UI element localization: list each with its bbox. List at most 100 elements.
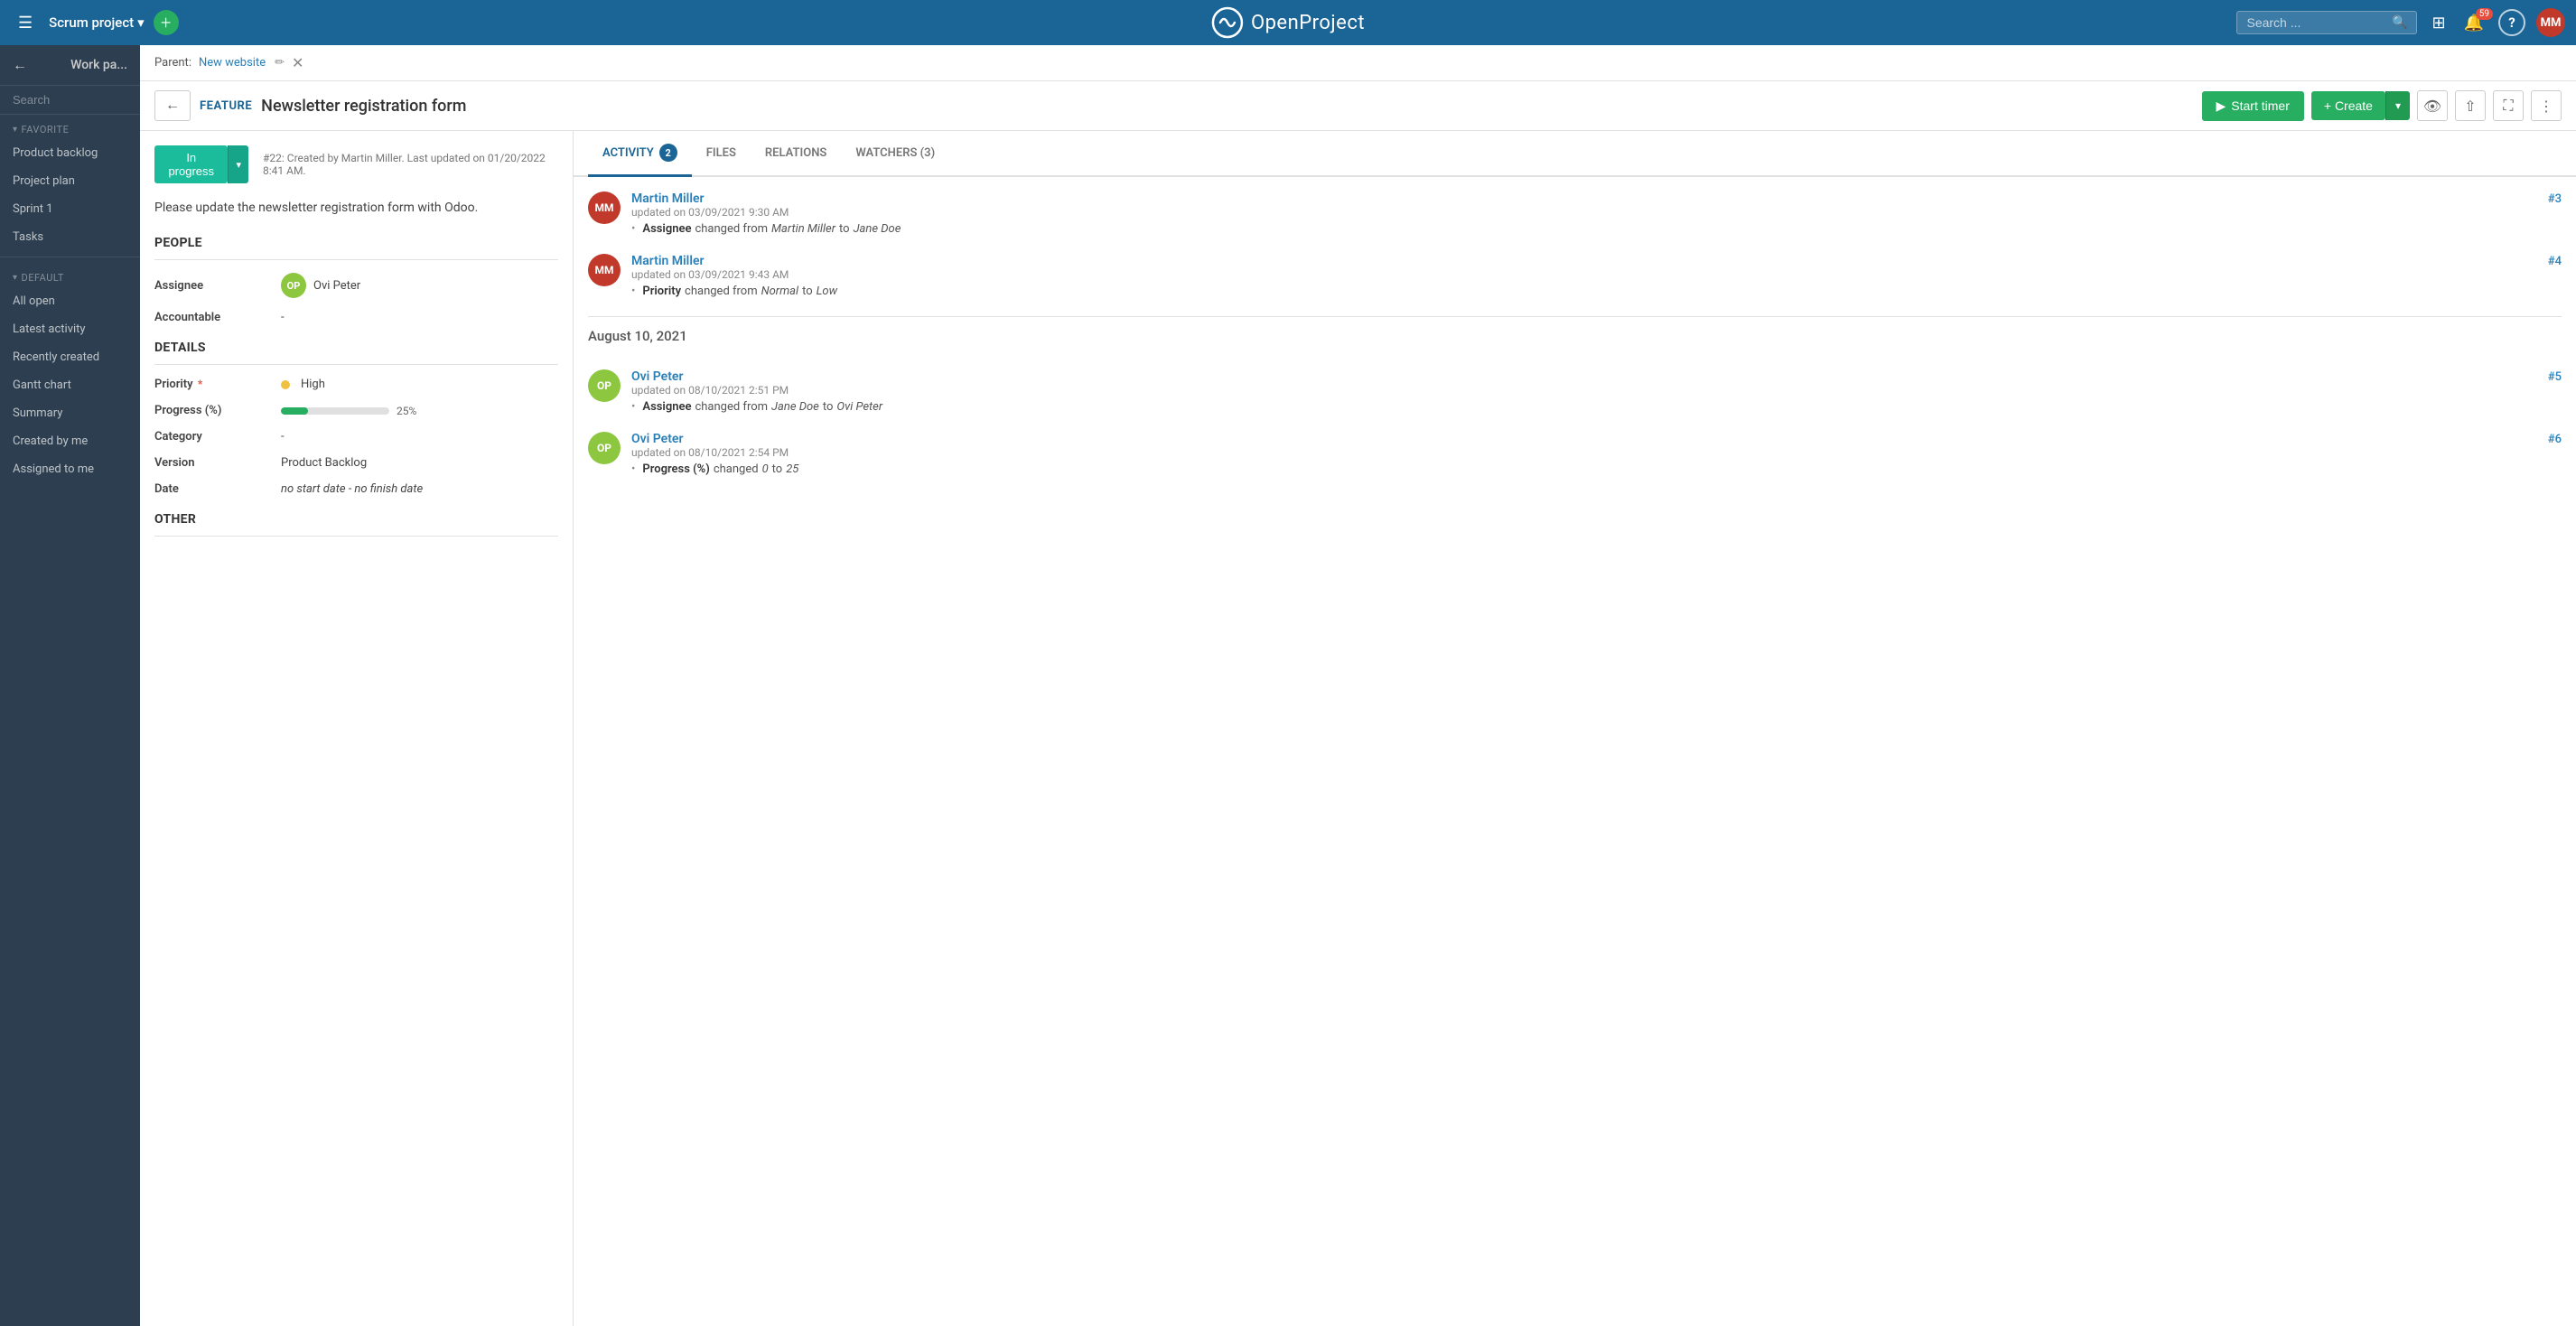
activity-header-5: Ovi Peter updated on 08/10/2021 2:51 PM … (631, 369, 2562, 397)
sidebar-favorite-label: ▾ FAVORITE (0, 115, 140, 139)
global-search[interactable]: 🔍 (2236, 11, 2417, 34)
sidebar-back-icon[interactable]: ← (13, 56, 27, 74)
category-label: Category (154, 430, 281, 444)
play-icon: ▶ (2217, 98, 2226, 114)
more-options-button[interactable]: ⋮ (2531, 90, 2562, 121)
start-timer-button[interactable]: ▶ Start timer (2202, 91, 2304, 121)
activity-avatar-mm-4: MM (588, 254, 621, 286)
tab-files[interactable]: FILES (692, 134, 751, 175)
priority-required-indicator: * (198, 378, 202, 390)
app-logo: OpenProject (1211, 6, 1365, 39)
workpackage-body: In progress ▾ #22: Created by Martin Mil… (140, 131, 2576, 1326)
priority-label: Priority * (154, 378, 281, 391)
status-dropdown-button[interactable]: ▾ (228, 145, 248, 183)
fullscreen-button[interactable]: ⛶ (2493, 90, 2524, 121)
parent-link[interactable]: New website (199, 56, 266, 70)
tab-activity[interactable]: ACTIVITY 2 (588, 131, 692, 177)
activity-user-3[interactable]: Martin Miller (631, 191, 705, 206)
sidebar-item-all-open[interactable]: All open (0, 287, 140, 315)
status-button[interactable]: In progress (154, 145, 228, 183)
activity-header-3: Martin Miller updated on 03/09/2021 9:30… (631, 191, 2562, 219)
notifications-button[interactable]: 🔔 59 (2460, 14, 2487, 33)
activity-user-4[interactable]: Martin Miller (631, 254, 705, 268)
share-button[interactable]: ⇧ (2455, 90, 2486, 121)
sidebar-item-latest-activity[interactable]: Latest activity (0, 315, 140, 343)
sidebar-item-product-backlog[interactable]: Product backlog (0, 139, 140, 167)
activity-badge: 2 (659, 144, 677, 162)
activity-user-6[interactable]: Ovi Peter (631, 432, 683, 446)
create-dropdown-button[interactable]: ▾ (2385, 91, 2410, 120)
activity-time-3: updated on 03/09/2021 9:30 AM (631, 206, 789, 219)
priority-field: Priority * High (154, 378, 558, 391)
search-input[interactable] (2246, 15, 2386, 30)
breadcrumb: Parent: New website ✏ ✕ (140, 45, 2576, 81)
close-parent-icon[interactable]: ✕ (292, 54, 303, 71)
default-chevron-icon: ▾ (13, 273, 18, 283)
sidebar-item-gantt-chart[interactable]: Gantt chart (0, 371, 140, 399)
back-arrow-icon: ← (165, 98, 180, 114)
kebab-icon: ⋮ (2539, 98, 2553, 115)
grid-icon[interactable]: ⊞ (2428, 10, 2449, 36)
topnav-right-area: 🔍 ⊞ 🔔 59 ? MM (2236, 8, 2565, 37)
hamburger-menu[interactable]: ☰ (11, 10, 40, 36)
search-icon: 🔍 (2392, 15, 2407, 30)
activity-header-6: Ovi Peter updated on 08/10/2021 2:54 PM … (631, 432, 2562, 459)
date-label: Date (154, 482, 281, 496)
progress-fill (281, 407, 308, 415)
user-avatar[interactable]: MM (2536, 8, 2565, 37)
progress-track (281, 407, 389, 415)
sidebar-search-area[interactable]: 🔍 (0, 86, 140, 115)
version-value[interactable]: Product Backlog (281, 456, 367, 470)
edit-parent-icon[interactable]: ✏ (275, 56, 285, 70)
watch-button[interactable]: 👁 (2417, 90, 2448, 121)
project-dropdown-icon: ▾ (137, 14, 145, 31)
accountable-value[interactable]: - (281, 311, 285, 324)
sidebar-item-sprint1[interactable]: Sprint 1 (0, 195, 140, 223)
eye-icon: 👁 (2423, 98, 2441, 115)
help-button[interactable]: ? (2498, 9, 2525, 36)
parent-label: Parent: (154, 56, 191, 70)
activity-num-3[interactable]: #3 (2548, 192, 2562, 206)
activity-num-6[interactable]: #6 (2548, 433, 2562, 446)
app-name: OpenProject (1251, 12, 1365, 34)
accountable-label: Accountable (154, 311, 281, 324)
sidebar-item-project-plan[interactable]: Project plan (0, 167, 140, 195)
create-button[interactable]: + Create (2311, 91, 2385, 120)
sidebar-resize-handle[interactable] (136, 45, 140, 1326)
tab-relations[interactable]: RELATIONS (751, 134, 841, 175)
progress-value[interactable]: 25% (281, 405, 416, 417)
sidebar-item-assigned-to-me[interactable]: Assigned to me (0, 455, 140, 483)
version-label: Version (154, 456, 281, 470)
activity-num-4[interactable]: #4 (2548, 255, 2562, 268)
sidebar-item-recently-created[interactable]: Recently created (0, 343, 140, 371)
sidebar-item-created-by-me[interactable]: Created by me (0, 427, 140, 455)
progress-bar: 25% (281, 405, 416, 417)
priority-value[interactable]: High (281, 378, 325, 391)
main-layout: ← Work pa... 🔍 ▾ FAVORITE Product backlo… (0, 45, 2576, 1326)
workpackage-toolbar: ← FEATURE Newsletter registration form ▶… (140, 81, 2576, 131)
back-button[interactable]: ← (154, 90, 191, 121)
sidebar: ← Work pa... 🔍 ▾ FAVORITE Product backlo… (0, 45, 140, 1326)
assignee-value[interactable]: OP Ovi Peter (281, 273, 360, 298)
assignee-avatar: OP (281, 273, 306, 298)
activity-time-4: updated on 03/09/2021 9:43 AM (631, 268, 789, 281)
add-button[interactable]: + (154, 10, 179, 35)
activity-user-5[interactable]: Ovi Peter (631, 369, 683, 384)
sidebar-item-tasks[interactable]: Tasks (0, 223, 140, 251)
activity-body-6: Ovi Peter updated on 08/10/2021 2:54 PM … (631, 432, 2562, 476)
workpackage-activity-panel: ACTIVITY 2 FILES RELATIONS WATCHERS (3) (574, 131, 2576, 1326)
sidebar-item-summary[interactable]: Summary (0, 399, 140, 427)
create-button-group: + Create ▾ (2311, 91, 2410, 120)
project-selector[interactable]: Scrum project ▾ (49, 14, 145, 31)
other-divider (154, 536, 558, 537)
activity-body-4: Martin Miller updated on 03/09/2021 9:43… (631, 254, 2562, 298)
activity-body-5: Ovi Peter updated on 08/10/2021 2:51 PM … (631, 369, 2562, 414)
activity-num-5[interactable]: #5 (2548, 370, 2562, 384)
sidebar-search-input[interactable] (13, 93, 140, 107)
tab-watchers[interactable]: WATCHERS (3) (841, 134, 949, 175)
share-icon: ⇧ (2464, 98, 2476, 115)
activity-item-3: MM Martin Miller updated on 03/09/2021 9… (588, 191, 2562, 236)
category-value[interactable]: - (281, 430, 285, 444)
date-value[interactable]: no start date - no finish date (281, 482, 423, 496)
activity-content: MM Martin Miller updated on 03/09/2021 9… (574, 177, 2576, 509)
